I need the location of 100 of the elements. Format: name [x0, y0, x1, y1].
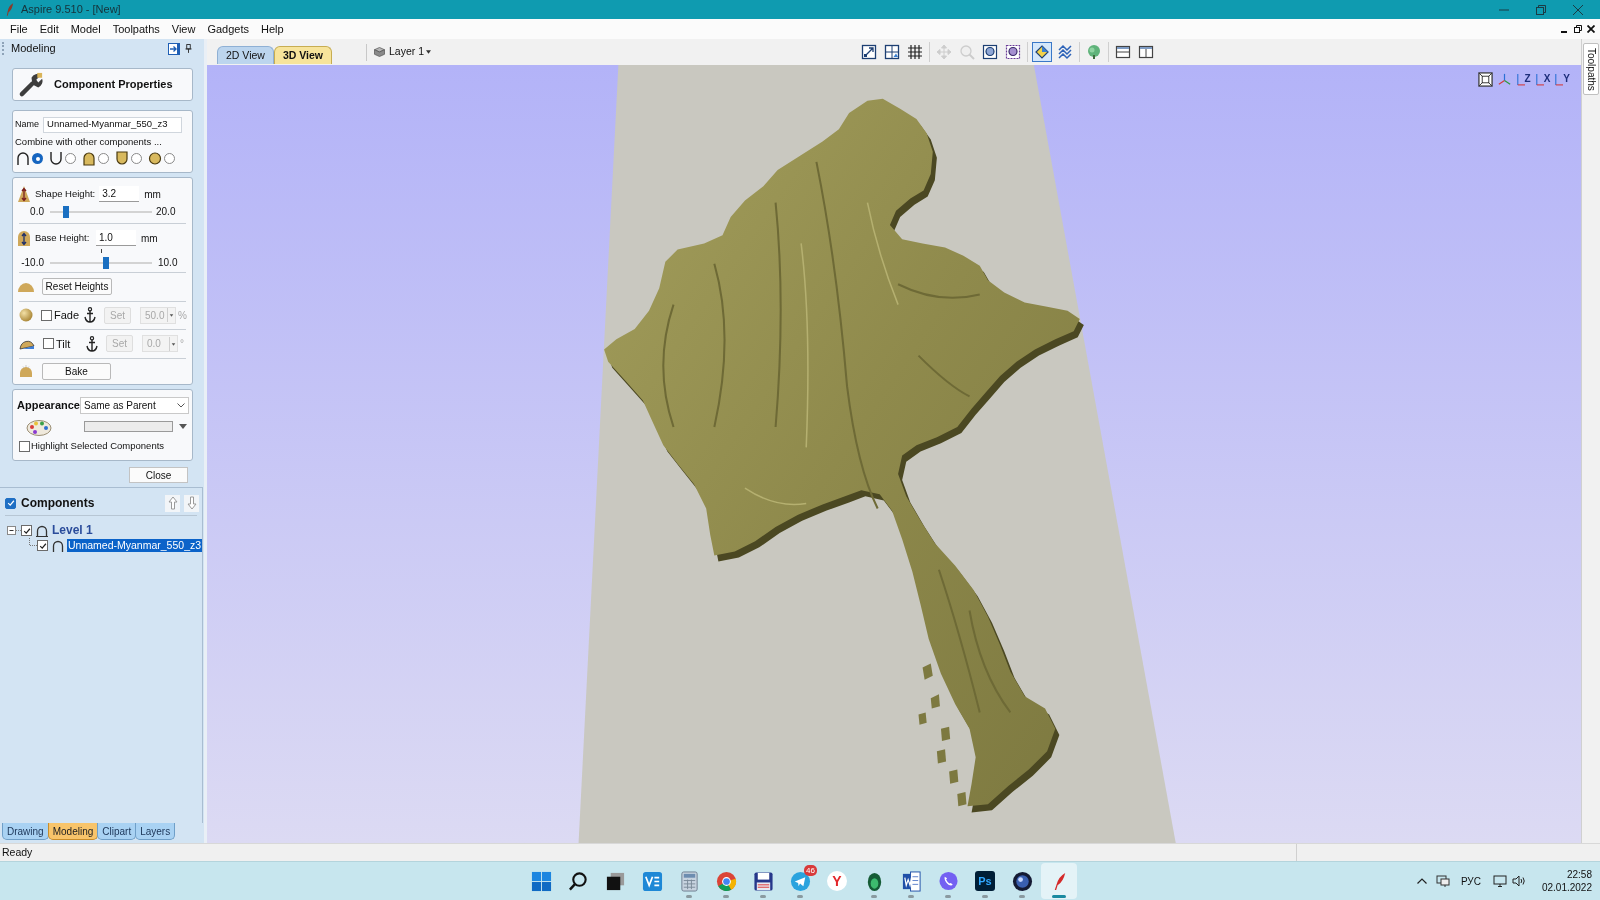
- taskbar-button[interactable]: Y: [819, 863, 855, 899]
- dome-height-icon: [17, 230, 31, 247]
- color-dropdown[interactable]: [84, 419, 190, 434]
- shaded-diamond-icon: [1034, 44, 1051, 60]
- menu-item[interactable]: Help: [255, 19, 290, 39]
- phone-bubble-icon: [937, 870, 959, 892]
- radio-button[interactable]: [32, 153, 43, 165]
- dock-icon[interactable]: [168, 42, 180, 55]
- stacked-waves-icon: [1057, 44, 1074, 60]
- view-tab[interactable]: 3D View: [273, 46, 332, 64]
- tree-icon: [1086, 44, 1103, 60]
- monitor-icon[interactable]: [1492, 875, 1507, 887]
- split-square-icon: [884, 44, 901, 60]
- palette-icon: [26, 417, 52, 436]
- close-button[interactable]: Close: [129, 467, 188, 483]
- restore-icon: [1535, 4, 1546, 15]
- taskbar-button[interactable]: Ps: [967, 863, 1003, 899]
- feather-icon: [5, 3, 14, 16]
- view-tab[interactable]: 2D View: [217, 46, 274, 64]
- menu-item[interactable]: Model: [64, 19, 107, 39]
- pin-icon[interactable]: [185, 44, 192, 53]
- checkbox[interactable]: [5, 497, 16, 509]
- slider-thumb[interactable]: [63, 205, 70, 218]
- panel-tab[interactable]: Modeling: [47, 823, 99, 840]
- unit-label: mm: [144, 187, 161, 202]
- overlapping-squares-icon: [604, 870, 626, 892]
- shape-height-input[interactable]: 3.2: [99, 186, 140, 203]
- panel-tab[interactable]: Drawing: [2, 823, 49, 840]
- reset-heights-button[interactable]: Reset Heights: [42, 278, 112, 296]
- speaker-icon[interactable]: [1511, 875, 1526, 887]
- slider-thumb[interactable]: [103, 257, 110, 270]
- slider-track[interactable]: [50, 249, 152, 270]
- tree-item[interactable]: Unnamed-Myanmar_550_z3: [67, 539, 203, 552]
- view-orientation-button[interactable]: X: [1534, 70, 1551, 88]
- checkbox-label: Highlight Selected Components: [31, 439, 165, 454]
- toolbar-button[interactable]: [1032, 42, 1053, 62]
- menu-item[interactable]: File: [4, 19, 34, 39]
- app-tile-icon: [641, 870, 663, 892]
- status-text: Ready: [2, 844, 33, 860]
- radio-button[interactable]: [131, 153, 142, 165]
- menu-item[interactable]: View: [165, 19, 202, 39]
- caret-icon: [426, 50, 432, 54]
- menu-item[interactable]: Toolpaths: [106, 19, 166, 39]
- radio-button[interactable]: [65, 153, 76, 165]
- appearance-dropdown[interactable]: Same as Parent: [80, 396, 189, 414]
- clock-date[interactable]: 02.01.2022: [1541, 881, 1592, 894]
- view-orientation-button[interactable]: [1477, 70, 1493, 88]
- panel-tab[interactable]: Clipart: [97, 823, 137, 840]
- slider-min-label: 0.0: [29, 205, 44, 220]
- filled-arch-icon: [82, 151, 96, 167]
- slider-max-label: 20.0: [156, 205, 176, 220]
- language-indicator[interactable]: РУС: [1460, 873, 1481, 889]
- menu-item[interactable]: Gadgets: [201, 19, 255, 39]
- move-arrows-icon: [936, 44, 953, 60]
- unit-label: °: [180, 337, 184, 352]
- network-icon[interactable]: [1435, 875, 1450, 887]
- collapse-icon[interactable]: [7, 526, 21, 535]
- move-up-button[interactable]: [165, 494, 180, 512]
- arch-icon: [36, 524, 48, 537]
- name-input[interactable]: Unnamed-Myanmar_550_z3: [43, 116, 182, 133]
- restore-icon[interactable]: [1574, 25, 1582, 33]
- taskbar-button[interactable]: 46: [782, 863, 818, 899]
- tree-connector: [29, 538, 37, 546]
- sphere-icon: [19, 308, 33, 323]
- clock-time[interactable]: 22:58: [1566, 868, 1592, 881]
- 3d-viewport[interactable]: Z X Y: [207, 65, 1581, 843]
- close-icon[interactable]: [1587, 25, 1595, 33]
- logo-letter: Ps: [975, 871, 995, 891]
- move-down-button[interactable]: [184, 494, 199, 512]
- close-icon: [1572, 4, 1583, 15]
- u-shape-icon: [49, 151, 63, 167]
- bake-dome-icon: [20, 365, 32, 378]
- document-icon: [900, 870, 922, 892]
- split-window-icon: [1115, 44, 1132, 60]
- caret-icon: [179, 424, 187, 429]
- axes-icon: [1534, 71, 1544, 87]
- base-height-input[interactable]: 1.0: [96, 230, 136, 247]
- radio-button[interactable]: [164, 153, 175, 165]
- view-orientation-button[interactable]: Y: [1554, 70, 1570, 88]
- checkbox[interactable]: [37, 540, 48, 551]
- cone-height-icon: [17, 186, 31, 203]
- arrow-up-icon: [167, 496, 178, 510]
- caret-icon[interactable]: [169, 336, 177, 351]
- checkbox[interactable]: [19, 441, 30, 452]
- view-orientation-button[interactable]: Z: [1515, 70, 1531, 88]
- panel-tab[interactable]: Layers: [135, 823, 176, 840]
- bake-button[interactable]: Bake: [42, 362, 111, 380]
- radio-button[interactable]: [98, 153, 109, 165]
- tree-item[interactable]: Level 1: [51, 524, 94, 537]
- four-squares-icon: [530, 870, 552, 892]
- menu-item[interactable]: Edit: [33, 19, 65, 39]
- split-window-icon: [1138, 44, 1155, 60]
- search-icon: [567, 870, 589, 892]
- chevron-up-icon[interactable]: [1416, 878, 1427, 884]
- layer-dropdown[interactable]: Layer 1: [374, 43, 432, 61]
- circle-logo-icon: [715, 870, 737, 892]
- caret-icon[interactable]: [167, 308, 175, 323]
- checkbox[interactable]: [21, 525, 32, 536]
- toolpaths-tab[interactable]: Toolpaths: [1583, 43, 1599, 95]
- slider-track[interactable]: [50, 205, 152, 218]
